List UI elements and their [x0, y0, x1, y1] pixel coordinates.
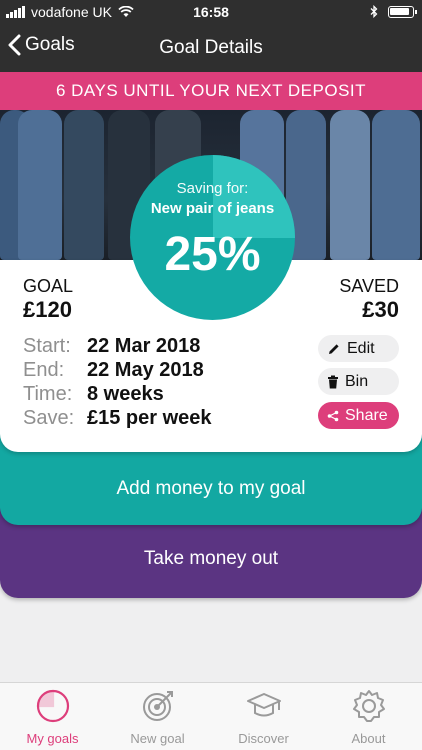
status-bar: vodafone UK 16:58 — [0, 0, 422, 24]
take-money-out-label: Take money out — [143, 548, 279, 569]
goal-label: GOAL — [23, 276, 74, 296]
tab-label: Discover — [238, 731, 289, 746]
saved-amount: £30 — [362, 297, 399, 322]
progress-circle: Saving for: New pair of jeans 25% — [130, 155, 295, 320]
clock: 16:58 — [193, 4, 229, 20]
add-money-label: Add money to my goal — [116, 478, 306, 499]
tab-about[interactable]: About — [316, 683, 421, 750]
target-icon — [143, 691, 173, 721]
status-right — [370, 5, 417, 18]
detail-end: End: 22 May 2018 — [23, 359, 204, 382]
detail-start: Start: 22 Mar 2018 — [23, 335, 200, 358]
pie-chart-icon — [36, 689, 70, 723]
battery-icon — [388, 5, 417, 18]
detail-time: Time: 8 weeks — [23, 383, 164, 406]
tab-label: About — [351, 731, 386, 746]
tab-new-goal[interactable]: New goal — [105, 683, 210, 750]
trash-icon — [328, 375, 338, 388]
saved-label: SAVED — [339, 276, 399, 296]
tab-my-goals[interactable]: My goals — [0, 683, 105, 750]
edit-label: Edit — [347, 339, 375, 357]
bluetooth-icon — [370, 5, 378, 18]
share-icon — [327, 410, 339, 421]
goal-name: New pair of jeans — [150, 200, 275, 217]
bin-label: Bin — [345, 372, 369, 390]
bin-button[interactable]: Bin — [318, 368, 399, 395]
detail-key: Time: — [23, 383, 73, 405]
detail-save: Save: £15 per week — [23, 407, 212, 430]
share-button[interactable]: Share — [318, 402, 399, 429]
detail-value: £15 per week — [87, 407, 212, 429]
saving-for-label: Saving for: — [176, 180, 249, 197]
graduation-cap-icon — [247, 693, 281, 717]
deposit-banner: 6 DAYS UNTIL YOUR NEXT DEPOSIT — [0, 72, 422, 110]
goal-amount: £120 — [23, 297, 72, 322]
tab-bar: My goals New goal Discover About — [0, 682, 422, 750]
tab-discover[interactable]: Discover — [211, 683, 316, 750]
detail-key: End: — [23, 359, 65, 381]
page-title: Goal Details — [159, 37, 263, 58]
progress-percent: 25% — [164, 228, 261, 281]
detail-value: 8 weeks — [87, 383, 164, 405]
tab-label: New goal — [130, 731, 185, 746]
detail-value: 22 Mar 2018 — [87, 335, 201, 357]
share-label: Share — [345, 406, 388, 424]
detail-value: 22 May 2018 — [87, 359, 204, 381]
gear-icon — [353, 690, 385, 722]
detail-key: Start: — [23, 335, 71, 357]
detail-key: Save: — [23, 407, 75, 429]
navigation-bar: Goals Goal Details — [0, 24, 422, 72]
edit-button[interactable]: Edit — [318, 335, 399, 362]
tab-label: My goals — [26, 731, 79, 746]
pencil-icon — [329, 343, 339, 354]
